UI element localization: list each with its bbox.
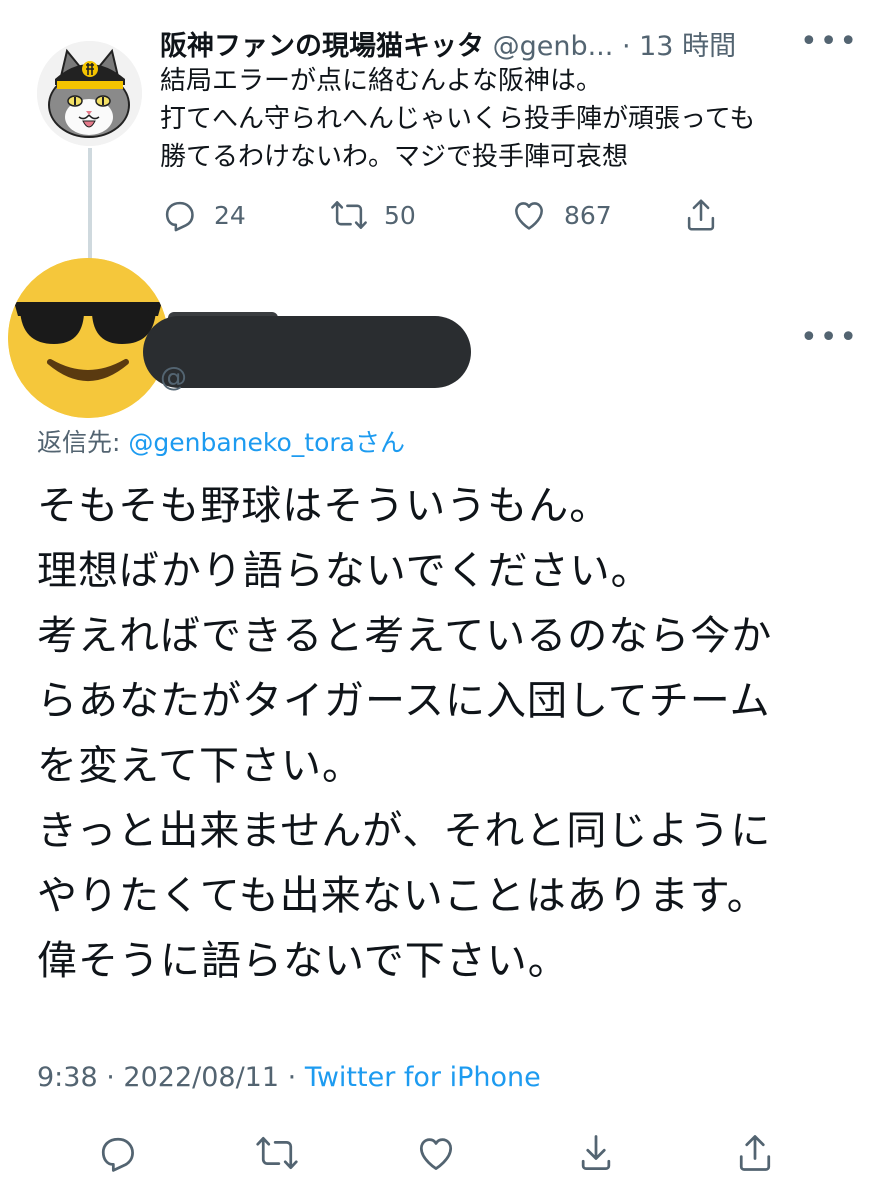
bookmark-icon[interactable] — [574, 1131, 618, 1175]
cat-avatar-icon — [37, 41, 142, 146]
replying-to-line: 返信先: @genbaneko_toraさん — [37, 423, 405, 459]
reply-author-avatar[interactable] — [8, 258, 168, 418]
share-icon[interactable] — [733, 1131, 777, 1175]
reply-count: 24 — [214, 200, 246, 230]
redacted-handle-stub: @ — [160, 362, 187, 393]
like-count: 867 — [564, 200, 612, 230]
parent-display-name[interactable]: 阪神ファンの現場猫キッタ — [160, 31, 484, 62]
parent-like-button[interactable]: 867 — [510, 196, 612, 234]
like-icon — [515, 202, 543, 230]
reply-tweet-text: そもそも野球はそういうもん。 理想ばかり語らないでください。 考えればできると考… — [37, 483, 773, 984]
parent-time-ago[interactable]: 13 時間 — [639, 31, 736, 62]
meta-separator-2: · — [287, 1062, 297, 1093]
replying-prefix: 返信先: — [37, 428, 121, 457]
parent-tweet-header: 阪神ファンの現場猫キッタ @genb... · 13 時間 — [160, 24, 736, 63]
more-dots-icon[interactable]: ••• — [800, 24, 859, 59]
meta-separator: · — [106, 1062, 115, 1093]
sunglasses-emoji-icon — [8, 258, 168, 418]
tweet-date[interactable]: 2022/08/11 — [123, 1062, 279, 1093]
parent-handle[interactable]: @genb... — [493, 31, 614, 62]
reply-icon[interactable] — [95, 1131, 139, 1175]
tweet-meta: 9:38 · 2022/08/11 · Twitter for iPhone — [37, 1062, 541, 1093]
tweet-source-link[interactable]: Twitter for iPhone — [305, 1062, 541, 1093]
header-separator: · — [621, 31, 631, 62]
thread-connector-line — [88, 148, 92, 260]
share-icon — [687, 199, 715, 231]
retweet-icon — [331, 201, 367, 229]
replying-handle-link[interactable]: @genbaneko_tora — [128, 428, 355, 457]
parent-share-button[interactable] — [682, 196, 720, 234]
replying-suffix: さん — [354, 428, 405, 457]
reply-more-dots-icon[interactable]: ••• — [800, 320, 859, 355]
like-icon[interactable] — [414, 1131, 458, 1175]
parent-tweet-text: 結局エラーが点に絡むんよな阪神は。 打てへん守られへんじゃいくら投手陣が頑張って… — [160, 66, 756, 172]
tweet-time[interactable]: 9:38 — [37, 1062, 98, 1093]
parent-avatar[interactable] — [37, 41, 142, 146]
reply-icon — [165, 201, 194, 232]
retweet-icon[interactable] — [255, 1131, 299, 1175]
redacted-author-name — [143, 316, 471, 388]
parent-retweet-button[interactable]: 50 — [330, 196, 416, 234]
retweet-count: 50 — [384, 200, 416, 230]
parent-reply-button[interactable]: 24 — [160, 196, 246, 234]
